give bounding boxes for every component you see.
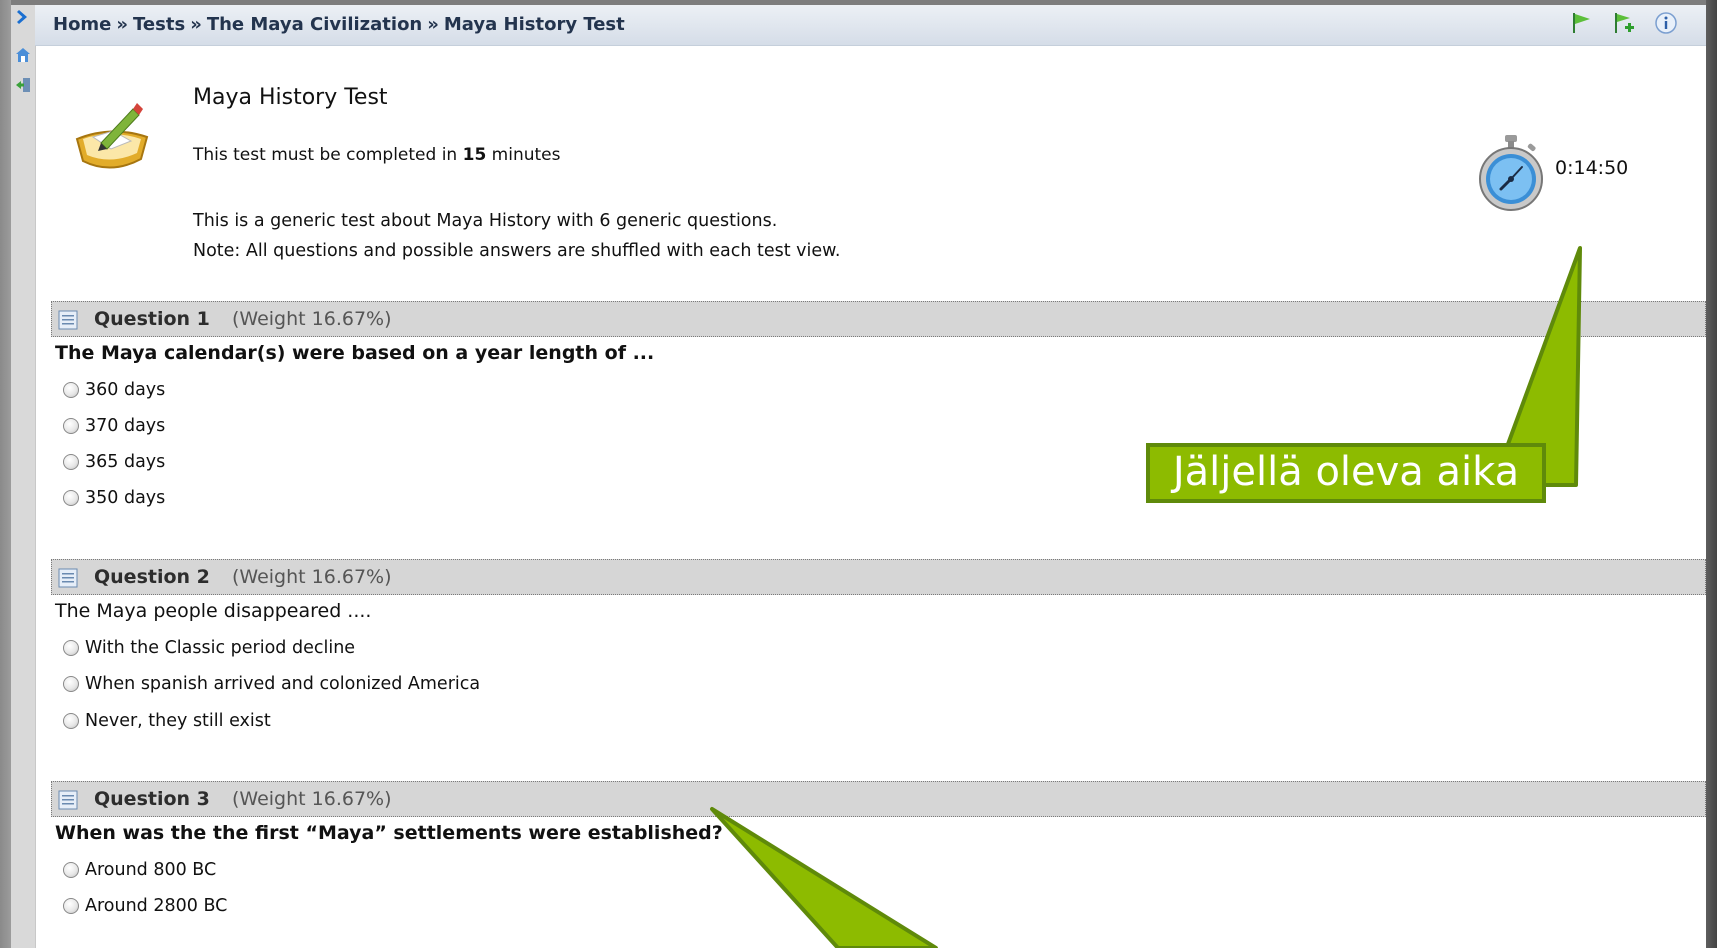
answer-label: 370 days [85,416,166,436]
info-icon[interactable] [1654,11,1678,35]
home-icon[interactable] [15,47,31,63]
answer-label: When spanish arrived and colonized Ameri… [85,674,481,694]
radio-button[interactable] [63,862,79,878]
question-number: Question 3 [94,788,210,810]
test-duration-text: This test must be completed in 15 minute… [193,145,561,165]
question-weight: (Weight 16.67%) [232,788,392,810]
radio-button[interactable] [63,898,79,914]
radio-button[interactable] [63,676,79,692]
test-description: This is a generic test about Maya Histor… [193,206,840,266]
breadcrumb-current: Maya History Test [443,14,625,35]
radio-button[interactable] [63,454,79,470]
answer-label: Never, they still exist [85,711,271,731]
answer-option[interactable]: 365 days [63,452,165,472]
radio-button[interactable] [63,640,79,656]
breadcrumb-separator: » [116,14,129,35]
answer-label: 350 days [85,488,166,508]
timer-remaining: 0:14:50 [1555,157,1629,179]
question-weight: (Weight 16.67%) [232,308,392,330]
top-bar: Home» Tests» The Maya Civilization» Maya Hi… [35,5,1706,46]
topbar-actions [1570,11,1678,35]
answer-option[interactable]: When spanish arrived and colonized Ameri… [63,674,480,694]
answer-option[interactable]: 360 days [63,380,165,400]
breadcrumb-home[interactable]: Home [53,14,111,35]
question-text: The Maya calendar(s) were based on a yea… [55,342,655,364]
answer-option[interactable]: Never, they still exist [63,711,271,731]
radio-button[interactable] [63,382,79,398]
window-frame-right [1706,0,1717,948]
radio-button[interactable] [63,713,79,729]
window-frame-left [0,0,11,948]
answer-option[interactable]: Around 2800 BC [63,896,227,916]
breadcrumb-separator: » [190,14,202,35]
question-list-icon [58,568,78,588]
duration-prefix: This test must be completed in [193,145,463,165]
breadcrumb-course[interactable]: The Maya Civilization [207,14,422,35]
question-header: Question 2 (Weight 16.67%) [51,559,1706,595]
answer-label: Around 800 BC [85,860,217,880]
answer-option[interactable]: 350 days [63,488,165,508]
breadcrumb-tests[interactable]: Tests [133,14,185,35]
answer-label: 360 days [85,380,166,400]
answer-label: 365 days [85,452,166,472]
test-title: Maya History Test [193,85,388,110]
breadcrumb-separator: » [427,14,439,35]
radio-button[interactable] [63,490,79,506]
question-list-icon [58,310,78,330]
question-list-icon [58,790,78,810]
answer-label: With the Classic period decline [85,638,356,658]
question-weight: (Weight 16.67%) [232,566,392,588]
description-line: Note: All questions and possible answers… [193,241,841,261]
test-pencil-icon [75,103,149,169]
description-line: This is a generic test about Maya Histor… [193,211,778,231]
sidebar [11,5,36,948]
flag-add-icon[interactable] [1612,11,1636,35]
question-header: Question 1 (Weight 16.67%) [51,301,1706,337]
duration-value: 15 [462,145,487,165]
answer-label: Around 2800 BC [85,896,228,916]
question-text: The Maya people disappeared .... [55,600,372,622]
flag-icon[interactable] [1570,11,1594,35]
answer-option[interactable]: Around 800 BC [63,860,216,880]
answer-option[interactable]: With the Classic period decline [63,638,355,658]
callout-label: Jäljellä oleva aika [1146,443,1546,503]
duration-suffix: minutes [486,145,561,165]
question-number: Question 2 [94,566,210,588]
question-number: Question 1 [94,308,210,330]
radio-button[interactable] [63,418,79,434]
question-text: When was the the first “Maya” settlement… [55,822,723,844]
answer-option[interactable]: 370 days [63,416,165,436]
question-header: Question 3 (Weight 16.67%) [51,781,1706,817]
exit-icon[interactable] [15,77,31,93]
chevron-right-icon[interactable] [15,9,31,25]
breadcrumb: Home» Tests» The Maya Civilization» Maya Hi… [53,14,625,35]
stopwatch-icon [1479,135,1543,211]
